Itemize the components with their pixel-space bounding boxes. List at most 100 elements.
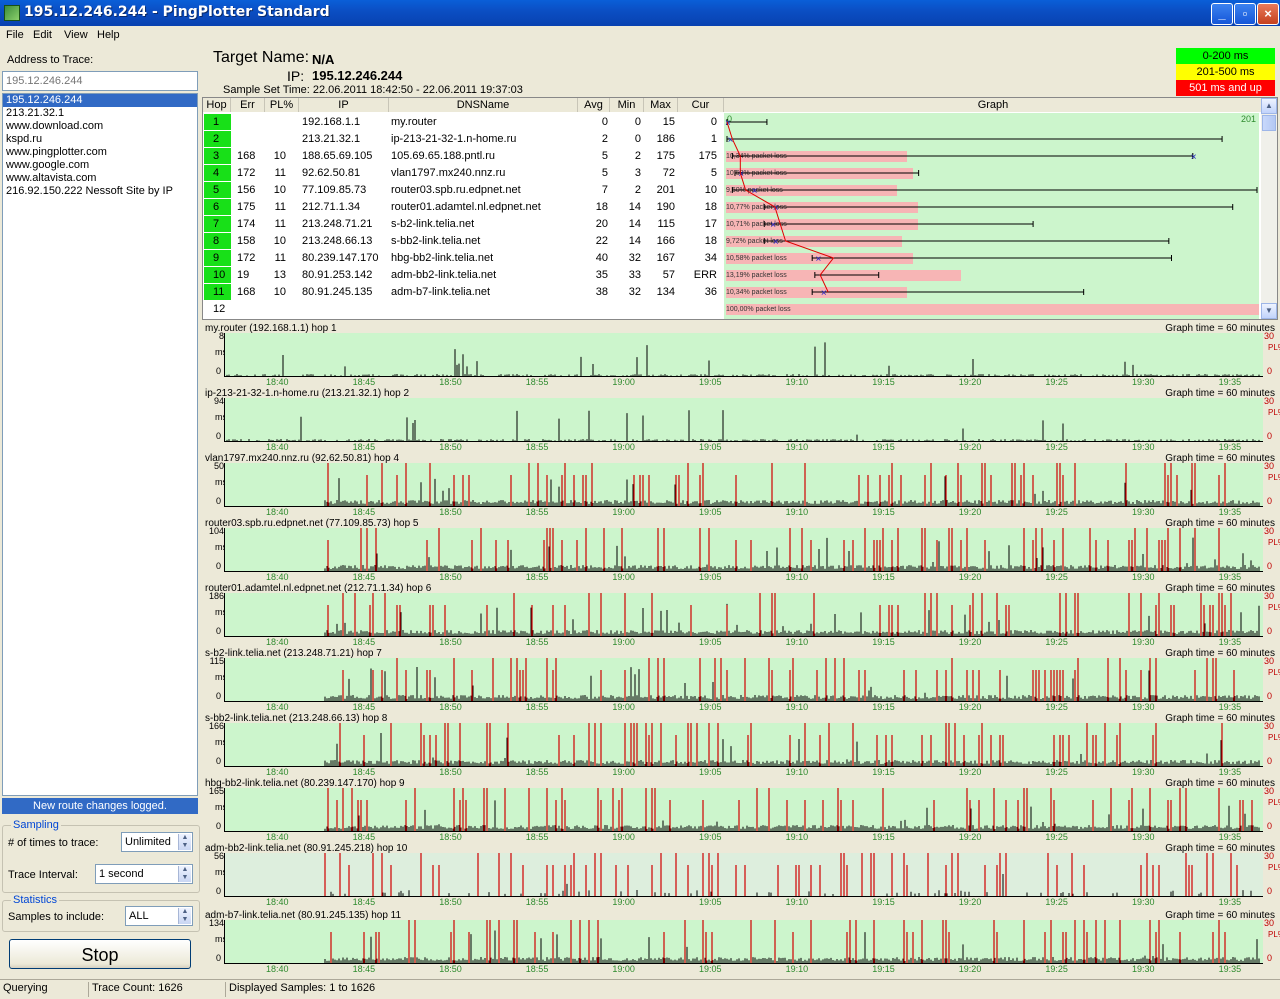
cell-err: 168 <box>237 150 256 162</box>
hop-row[interactable]: 10 19 13 80.91.253.142 adm-bb2-link.telia.ne… <box>203 267 723 284</box>
time-graph[interactable]: adm-bb2-link.telia.net (80.91.245.218) h… <box>202 843 1280 908</box>
menu-help[interactable]: Help <box>97 29 120 41</box>
hop-row[interactable]: 9 172 11 80.239.147.170 hbg-bb2-link.telia.n… <box>203 250 723 267</box>
col-dnsname[interactable]: DNSName <box>389 98 578 112</box>
hop-row[interactable]: 3 168 10 188.65.69.105 105.69.65.188.pntl.ru… <box>203 148 723 165</box>
address-input[interactable] <box>2 71 198 91</box>
menu-file[interactable]: File <box>6 29 24 41</box>
hop-row[interactable]: 1 192.168.1.1 my.router 0 0 15 0 <box>203 114 723 131</box>
menu-edit[interactable]: Edit <box>33 29 52 41</box>
minimize-button[interactable]: _ <box>1211 3 1233 25</box>
status-state: Querying <box>3 982 48 994</box>
col-max[interactable]: Max <box>644 98 678 112</box>
time-tick: 18:45 <box>352 767 376 777</box>
maximize-button[interactable]: ▫ <box>1234 3 1256 25</box>
col-graph[interactable]: Graph <box>724 98 1263 112</box>
hop-row[interactable]: 7 174 11 213.248.71.21 s-b2-link.telia.net 20… <box>203 216 723 233</box>
scroll-up-icon[interactable]: ▲ <box>1261 98 1277 114</box>
time-graph[interactable]: s-b2-link.telia.net (213.248.71.21) hop … <box>202 648 1280 713</box>
time-tick: 19:10 <box>785 897 809 907</box>
time-graph-samples <box>324 723 1260 766</box>
hop-row[interactable]: 12 <box>203 301 723 318</box>
host-item[interactable]: www.pingplotter.com <box>3 146 197 159</box>
cell-pl: 10 <box>273 235 286 247</box>
hop-row[interactable]: 8 158 10 213.248.66.13 s-bb2-link.telia.net 2… <box>203 233 723 250</box>
samples-spinner[interactable]: ALL ▲ ▼ <box>125 906 193 926</box>
time-graph[interactable]: s-bb2-link.telia.net (213.248.66.13) hop… <box>202 713 1280 778</box>
host-list[interactable]: 195.12.246.244 213.21.32.1 www.download.… <box>2 93 198 796</box>
hop-row[interactable]: 4 172 11 92.62.50.81 vlan1797.mx240.nnz.ru 5 3… <box>203 165 723 182</box>
times-spinner[interactable]: Unlimited ▲ ▼ <box>121 832 193 852</box>
pl-label: PL% <box>1268 930 1280 939</box>
cell-pl: 10 <box>273 150 286 162</box>
cell-ip: 213.248.71.21 <box>302 218 373 230</box>
time-graph[interactable]: my.router (192.168.1.1) hop 1 Graph time … <box>202 323 1280 388</box>
time-graph[interactable]: hbg-bb2-link.telia.net (80.239.147.170) … <box>202 778 1280 843</box>
hop-table[interactable]: Hop Err PL% IP DNSName Avg Min Max Cur G… <box>202 97 1278 320</box>
hop-row[interactable]: 5 156 10 77.109.85.73 router03.spb.ru.edpnet… <box>203 182 723 199</box>
host-item[interactable]: www.download.com <box>3 120 197 133</box>
menu-bar: File Edit View Help <box>0 26 1280 45</box>
host-item[interactable]: 213.21.32.1 <box>3 107 197 120</box>
interval-spinner[interactable]: 1 second ▲ ▼ <box>95 864 193 884</box>
time-tick: 19:20 <box>958 572 982 582</box>
y-zero: 0 <box>216 366 222 376</box>
time-tick: 18:45 <box>352 964 376 974</box>
current-marker: × <box>773 237 779 248</box>
close-button[interactable]: × <box>1257 3 1279 25</box>
host-item[interactable]: 195.12.246.244 <box>3 94 197 107</box>
time-tick: 19:30 <box>1132 767 1155 777</box>
time-graph[interactable]: router03.spb.ru.edpnet.net (77.109.85.73… <box>202 518 1280 583</box>
times-value: Unlimited <box>125 836 171 848</box>
time-tick: 19:35 <box>1218 767 1242 777</box>
hop-row[interactable]: 11 168 10 80.91.245.135 adm-b7-link.telia.ne… <box>203 284 723 301</box>
cell-cur: 5 <box>710 167 717 179</box>
hop-row[interactable]: 2 213.21.32.1 ip-213-21-32-1.n-home.ru 2 0 18… <box>203 131 723 148</box>
time-tick: 19:35 <box>1218 637 1242 647</box>
scroll-down-icon[interactable]: ▼ <box>1261 303 1277 319</box>
y-max: 50 <box>213 461 224 471</box>
window-title: 195.12.246.244 - PingPlotter Standard <box>24 4 330 20</box>
cell-cur: 0 <box>710 116 717 128</box>
col-pl[interactable]: PL% <box>265 98 299 112</box>
time-tick: 18:50 <box>439 507 462 517</box>
spinner-arrows-icon[interactable]: ▲ ▼ <box>178 908 191 924</box>
time-graph[interactable]: vlan1797.mx240.nnz.ru (92.62.50.81) hop … <box>202 453 1280 518</box>
cell-avg: 22 <box>595 235 608 247</box>
latency-samples <box>226 410 1260 441</box>
col-hop[interactable]: Hop <box>203 98 231 112</box>
time-graph[interactable]: ip-213-21-32-1.n-home.ru (213.21.32.1) h… <box>202 388 1280 453</box>
time-tick: 19:25 <box>1045 832 1068 842</box>
menu-view[interactable]: View <box>64 29 88 41</box>
pl-zero: 0 <box>1266 821 1272 831</box>
cell-dns: adm-bb2-link.telia.net <box>391 269 497 281</box>
time-tick: 19:10 <box>785 377 809 387</box>
cell-max: 167 <box>656 252 675 264</box>
time-tick: 19:20 <box>958 637 982 647</box>
col-ip[interactable]: IP <box>299 98 389 112</box>
host-item[interactable]: www.google.com <box>3 159 197 172</box>
host-item[interactable]: kspd.ru <box>3 133 197 146</box>
cell-hop: 10 <box>213 269 226 281</box>
hop-row[interactable]: 6 175 11 212.71.1.34 router01.adamtel.nl.edp… <box>203 199 723 216</box>
time-graph[interactable]: adm-b7-link.telia.net (80.91.245.135) ho… <box>202 910 1280 975</box>
host-item[interactable]: www.altavista.com <box>3 172 197 185</box>
col-min[interactable]: Min <box>610 98 644 112</box>
scroll-thumb[interactable] <box>1262 115 1276 131</box>
samples-label: Samples to include: <box>8 911 104 923</box>
host-item[interactable]: 216.92.150.222 Nessoft Site by IP <box>3 185 197 198</box>
time-tick: 19:00 <box>612 572 635 582</box>
col-cur[interactable]: Cur <box>678 98 724 112</box>
stop-button[interactable]: Stop <box>9 939 191 969</box>
route-change-notice[interactable]: New route changes logged. <box>2 798 198 814</box>
col-err[interactable]: Err <box>231 98 265 112</box>
table-scrollbar[interactable]: ▲ ▼ <box>1261 98 1277 319</box>
time-graph[interactable]: router01.adamtel.nl.edpnet.net (212.71.1… <box>202 583 1280 648</box>
time-graph-plot <box>224 333 1263 377</box>
time-graph-samples <box>324 463 1260 506</box>
col-avg[interactable]: Avg <box>578 98 610 112</box>
time-tick: 19:25 <box>1045 377 1068 387</box>
spinner-arrows-icon[interactable]: ▲ ▼ <box>178 866 191 882</box>
spinner-arrows-icon[interactable]: ▲ ▼ <box>178 834 191 850</box>
cell-hop: 8 <box>213 235 220 247</box>
